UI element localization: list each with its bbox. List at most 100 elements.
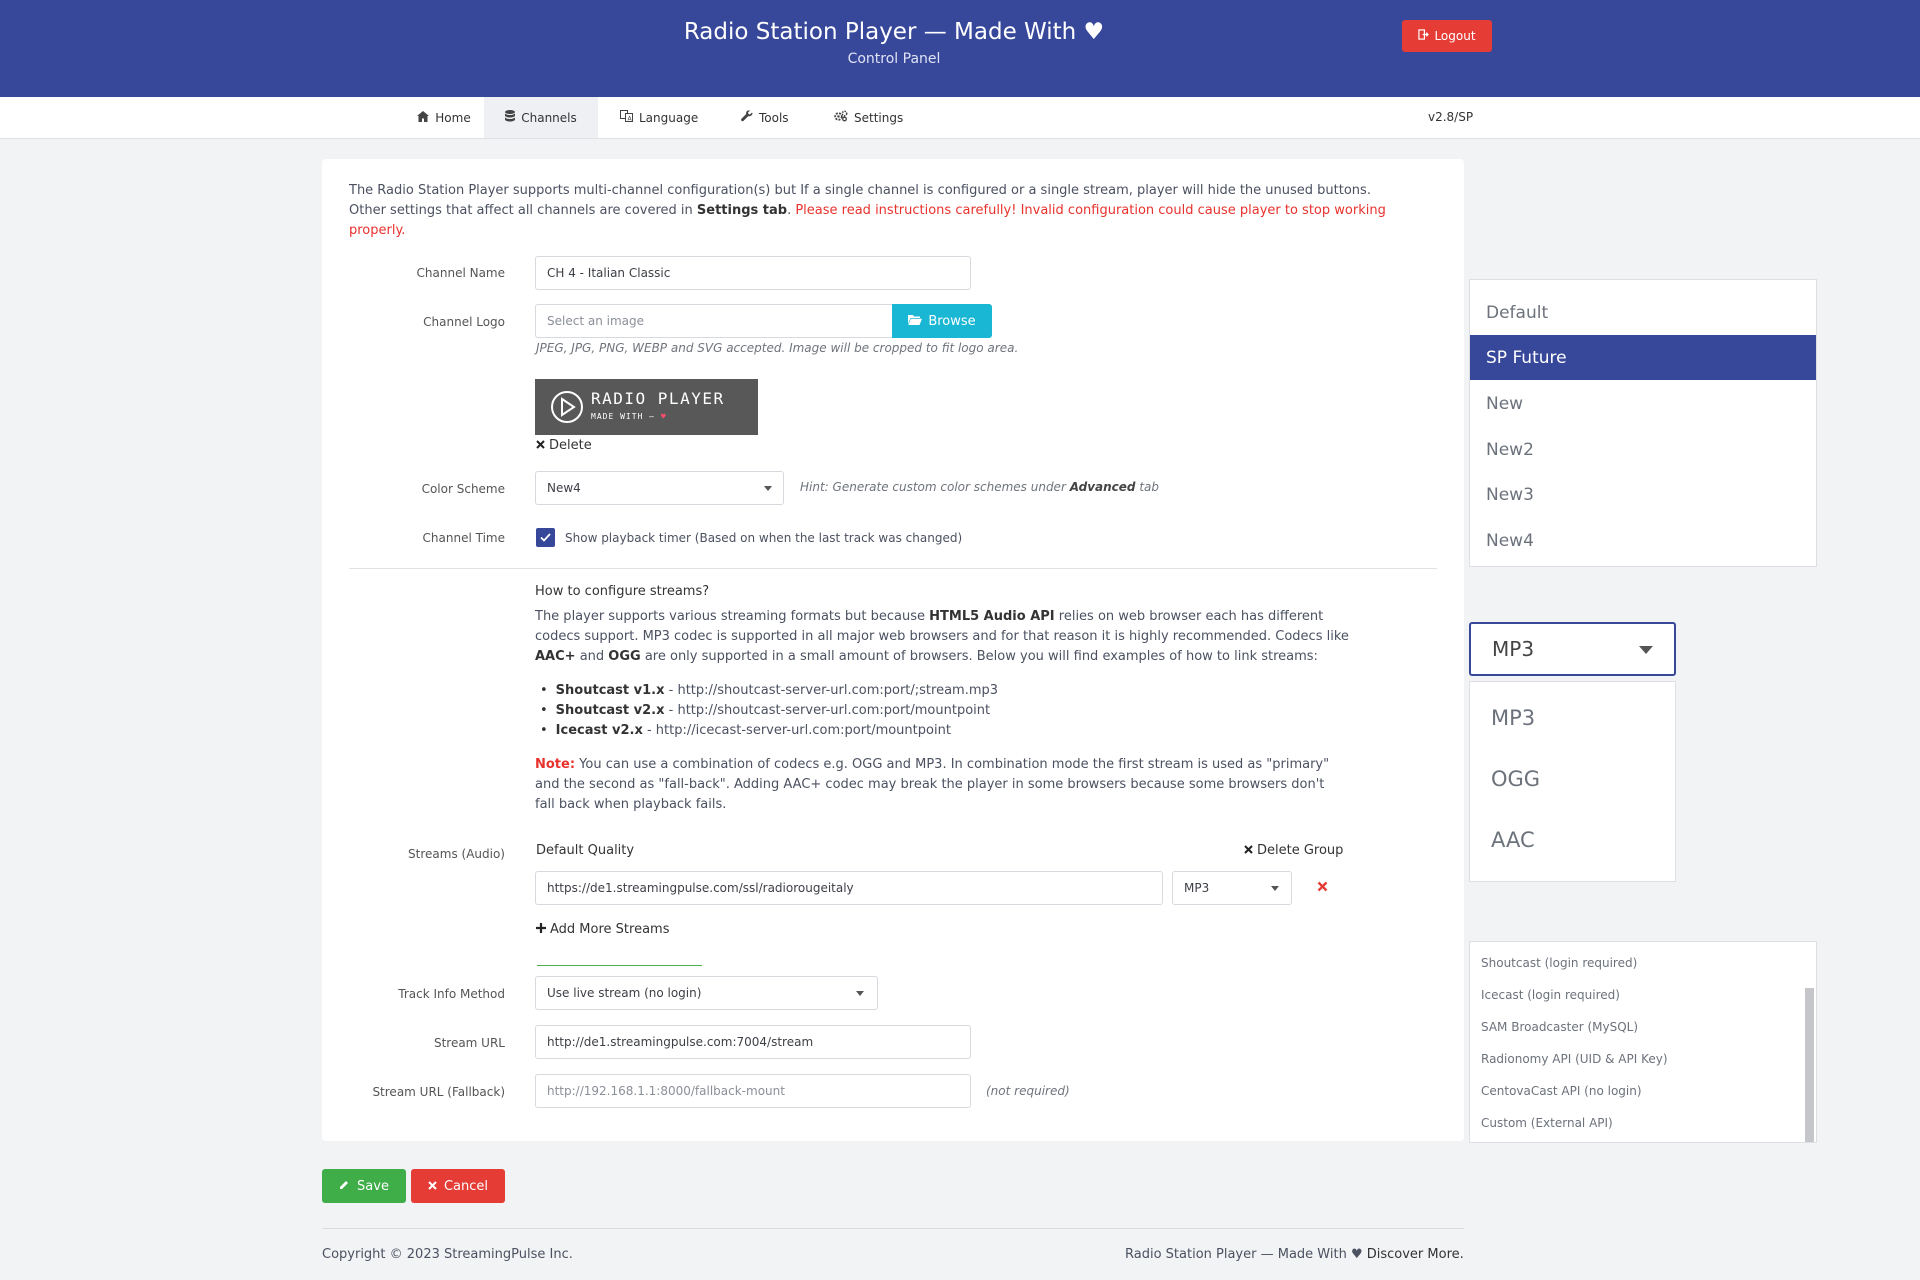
track-stream-url-value: http://de1.streamingpulse.com:7004/strea…	[547, 1035, 814, 1049]
channel-name-input[interactable]: CH 4 - Italian Classic	[535, 256, 971, 290]
channel-logo-label: Channel Logo	[423, 315, 505, 329]
delete-group-link[interactable]: Delete Group	[1244, 843, 1343, 858]
plus-icon	[536, 922, 546, 937]
tab-channels[interactable]: Channels	[484, 97, 598, 138]
save-button[interactable]: Save	[322, 1169, 406, 1203]
codec-dropdown-select[interactable]: MP3	[1469, 622, 1676, 676]
logo-preview-title: RADIO PLAYER	[591, 389, 725, 408]
dropdown-option[interactable]: New2	[1470, 427, 1816, 472]
color-scheme-hint: Hint: Generate custom color schemes unde…	[800, 480, 1159, 494]
delete-logo-label: Delete	[549, 438, 592, 453]
dropdown-option[interactable]: Icecast (login required)	[1481, 988, 1620, 1002]
add-more-streams-link[interactable]: Add More Streams	[536, 922, 669, 937]
stream-url-label: Stream URL	[433, 1036, 505, 1050]
channel-time-label: Channel Time	[422, 531, 505, 545]
app-title: Radio Station Player — Made With ♥	[683, 19, 1105, 45]
color-scheme-label: Color Scheme	[421, 482, 505, 496]
color-hint-text: Hint: Generate custom color schemes unde…	[800, 480, 1070, 494]
stream-url-fallback-label: Stream URL (Fallback)	[372, 1085, 505, 1099]
dropdown-option[interactable]: Shoutcast (login required)	[1481, 956, 1637, 970]
cancel-button[interactable]: Cancel	[411, 1169, 505, 1203]
tab-tools[interactable]: Tools	[741, 97, 801, 138]
dropdown-option[interactable]: New3	[1470, 472, 1816, 517]
track-info-method-select[interactable]: Use live stream (no login)	[535, 976, 878, 1010]
stream-example-url: - http://icecast-server-url.com:port/mou…	[642, 723, 951, 738]
channel-logo-preview: RADIO PLAYER MADE WITH — ♥	[535, 379, 758, 435]
stream-url-input[interactable]: https://de1.streamingpulse.com/ssl/radio…	[535, 871, 1163, 905]
remove-stream-button[interactable]	[1317, 881, 1328, 896]
tab-settings[interactable]: Settings	[834, 97, 914, 138]
stream-example-url: - http://shoutcast-server-url.com:port/;…	[664, 683, 999, 698]
howto-bold: AAC+	[535, 649, 576, 664]
language-icon: A	[620, 110, 633, 125]
version-label: v2.8/SP	[1428, 110, 1474, 124]
stream-example-name: Shoutcast v1.x	[555, 683, 665, 698]
wrench-icon	[741, 110, 753, 125]
sign-out-icon	[1418, 29, 1430, 43]
dropdown-scrollbar[interactable]	[1805, 988, 1814, 1142]
chevron-down-icon	[856, 991, 864, 996]
howto-bold: OGG	[608, 649, 641, 664]
pencil-icon	[339, 1179, 350, 1194]
codec-dropdown-value: MP3	[1492, 637, 1535, 661]
delete-logo-link[interactable]: Delete	[536, 438, 592, 453]
note-label: Note:	[535, 757, 576, 772]
tab-language[interactable]: A Language	[620, 97, 704, 138]
playback-timer-label: Show playback timer (Based on when the l…	[565, 531, 963, 545]
tab-home-label: Home	[435, 110, 471, 125]
tab-home[interactable]: Home	[394, 97, 494, 138]
howto-bold: HTML5 Audio API	[929, 609, 1055, 624]
close-icon	[536, 438, 545, 453]
tab-channels-label: Channels	[521, 110, 577, 125]
tab-language-label: Language	[639, 110, 699, 125]
channel-name-label: Channel Name	[416, 266, 505, 280]
stream-url-fallback-input[interactable]: http://192.168.1.1:8000/fallback-mount	[535, 1074, 971, 1108]
footer-copyright: Copyright © 2023 StreamingPulse Inc.	[322, 1247, 573, 1262]
delete-group-label: Delete Group	[1257, 843, 1344, 858]
streams-label: Streams (Audio)	[408, 847, 505, 861]
howto-note: Note: You can use a combination of codec…	[535, 755, 1335, 815]
track-stream-url-input[interactable]: http://de1.streamingpulse.com:7004/strea…	[535, 1025, 971, 1059]
howto-text: and	[575, 649, 609, 664]
browse-button[interactable]: Browse	[892, 304, 992, 338]
dropdown-option-selected[interactable]: SP Future	[1470, 335, 1816, 380]
logo-file-input[interactable]: Select an image	[535, 304, 893, 338]
intro-text: The Radio Station Player supports multi-…	[349, 181, 1409, 241]
list-item: Shoutcast v2.x - http://shoutcast-server…	[540, 701, 998, 721]
dropdown-option[interactable]: MP3	[1491, 706, 1535, 730]
folder-open-icon	[908, 314, 923, 329]
dropdown-option[interactable]: AAC	[1491, 828, 1535, 852]
cancel-label: Cancel	[443, 1178, 489, 1194]
dropdown-option[interactable]: Default	[1470, 290, 1816, 335]
color-hint-advanced: Advanced	[1069, 480, 1136, 494]
fallback-placeholder: http://192.168.1.1:8000/fallback-mount	[547, 1084, 785, 1098]
stream-example-name: Icecast v2.x	[555, 723, 643, 738]
logo-preview-sub-text: MADE WITH —	[591, 412, 655, 421]
logo-preview-subtitle: MADE WITH — ♥	[591, 412, 667, 421]
dropdown-option[interactable]: Radionomy API (UID & API Key)	[1481, 1052, 1668, 1066]
dropdown-option[interactable]: New4	[1470, 518, 1816, 563]
howto-text: are only supported in a small amount of …	[640, 649, 1318, 664]
stream-codec-select[interactable]: MP3	[1172, 871, 1292, 905]
playback-timer-checkbox[interactable]	[536, 528, 555, 547]
list-item: Shoutcast v1.x - http://shoutcast-server…	[540, 681, 998, 701]
logout-label: Logout	[1434, 29, 1476, 43]
list-item: Icecast v2.x - http://icecast-server-url…	[540, 721, 998, 741]
dropdown-option[interactable]: OGG	[1491, 767, 1540, 791]
codec-dropdown-list: MP3 OGG AAC	[1469, 681, 1676, 882]
discover-more-link[interactable]: Discover More.	[1367, 1247, 1464, 1262]
save-label: Save	[357, 1178, 389, 1194]
dropdown-option[interactable]: Custom (External API)	[1481, 1116, 1613, 1130]
home-icon	[417, 110, 430, 125]
color-scheme-select[interactable]: New4	[535, 471, 784, 505]
tab-settings-label: Settings	[854, 110, 904, 125]
logout-button[interactable]: Logout	[1402, 20, 1492, 52]
dropdown-option[interactable]: CentovaCast API (no login)	[1481, 1084, 1642, 1098]
check-icon	[540, 533, 551, 542]
dropdown-option[interactable]: New	[1470, 381, 1816, 426]
close-icon	[1244, 843, 1253, 858]
app-header: Radio Station Player — Made With ♥ Contr…	[0, 0, 1920, 97]
fallback-hint: (not required)	[986, 1084, 1070, 1098]
footer-made-with: Radio Station Player — Made With ♥	[1125, 1247, 1367, 1262]
dropdown-option[interactable]: SAM Broadcaster (MySQL)	[1481, 1020, 1638, 1034]
